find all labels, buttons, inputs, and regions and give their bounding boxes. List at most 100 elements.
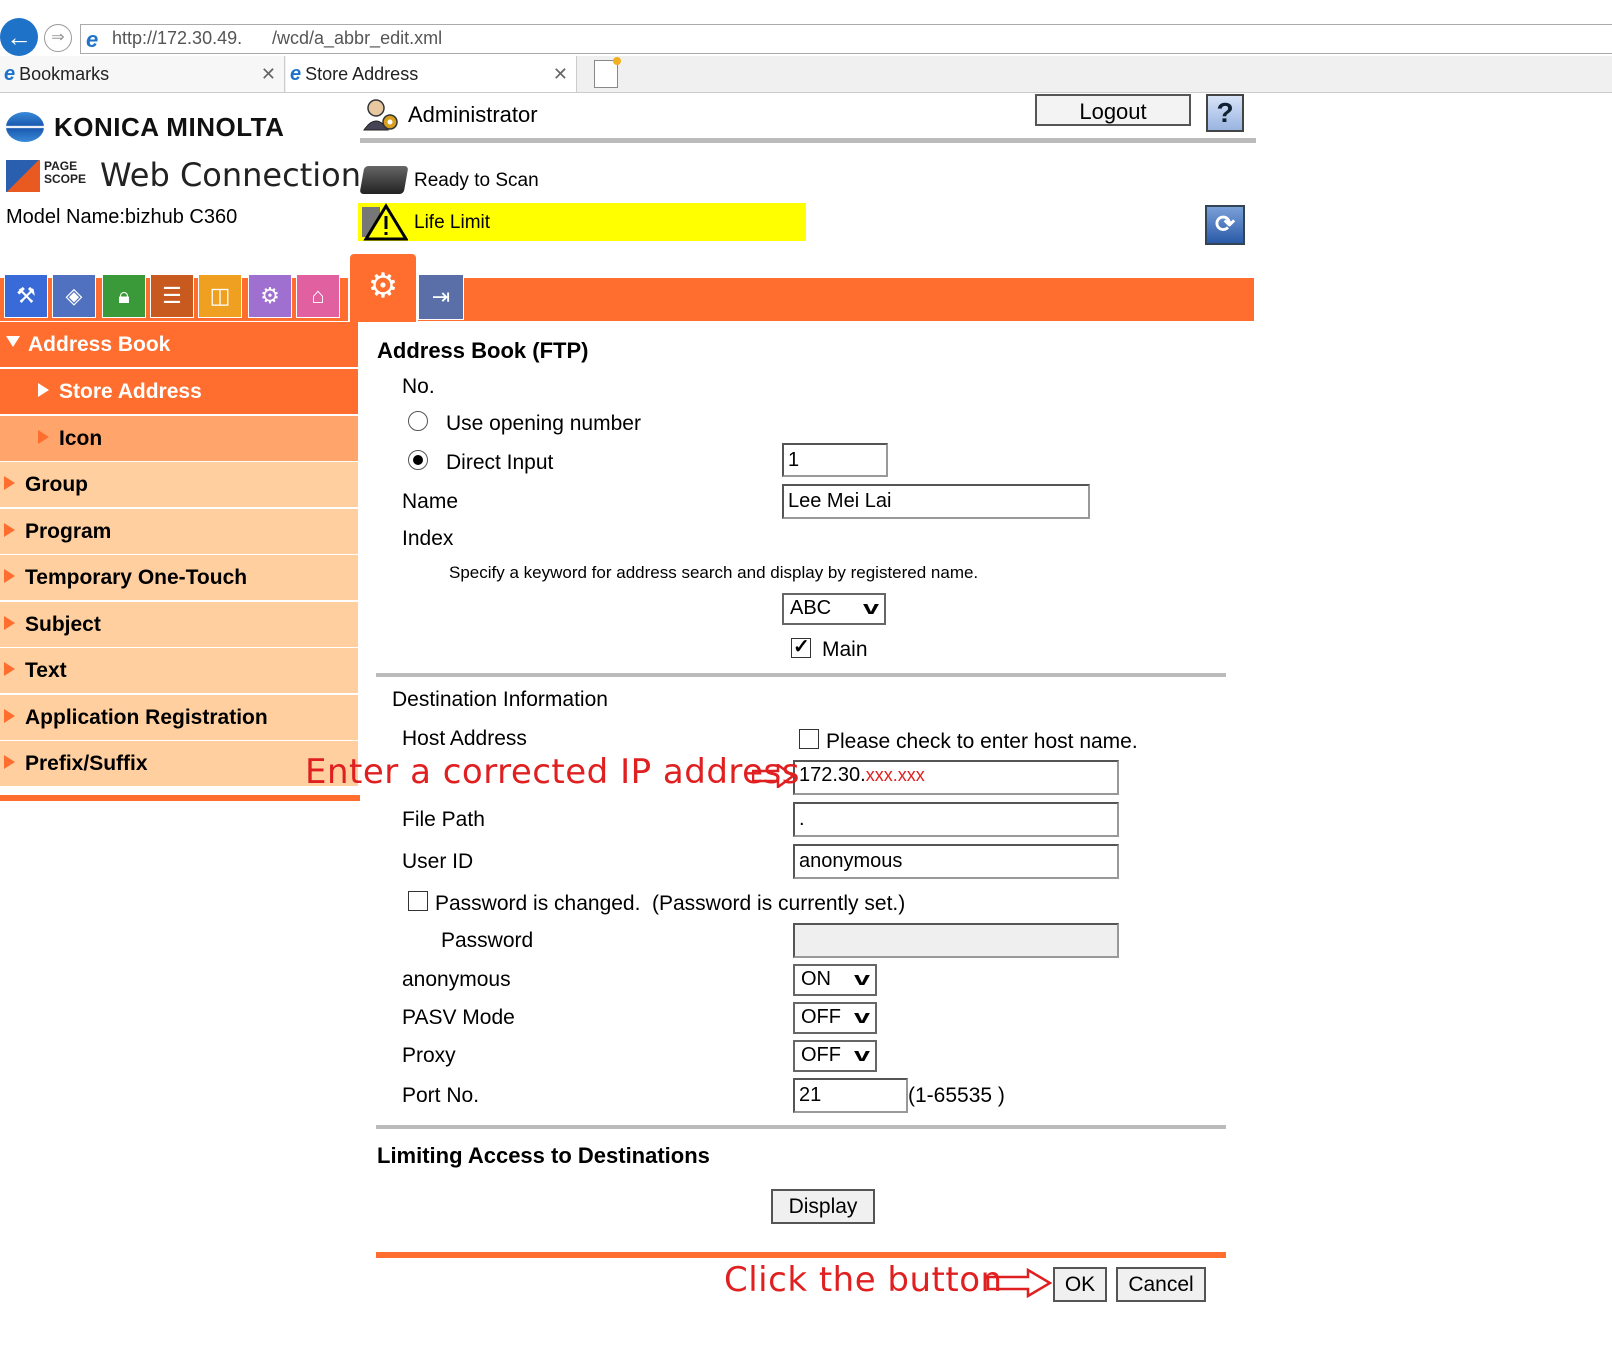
brand-name: KONICA MINOLTA bbox=[54, 112, 285, 142]
pagescope-logo-icon bbox=[6, 160, 40, 192]
triangle-right-icon bbox=[4, 523, 15, 538]
password-changed-label: Password is changed. bbox=[435, 892, 641, 915]
sidebar-item-icon[interactable]: Icon bbox=[0, 416, 358, 461]
logout-button[interactable]: Logout bbox=[1035, 94, 1191, 126]
tab-store-address[interactable]: e Store Address ✕ bbox=[286, 56, 577, 92]
close-icon[interactable]: ✕ bbox=[261, 56, 276, 92]
password-input[interactable] bbox=[793, 923, 1119, 958]
triangle-right-icon bbox=[4, 569, 15, 584]
maintenance-icon[interactable]: ⚒ bbox=[4, 274, 48, 318]
user-id-label: User ID bbox=[402, 850, 474, 873]
store-address-icon[interactable]: ⌂ bbox=[296, 274, 340, 318]
pasv-mode-select[interactable]: OFF v bbox=[793, 1002, 877, 1034]
chevron-down-icon: v bbox=[853, 1045, 871, 1065]
back-button[interactable]: ← bbox=[0, 18, 38, 56]
security-lock-icon[interactable]: 🔒︎ bbox=[102, 274, 146, 318]
index-label: Index bbox=[402, 527, 454, 550]
triangle-right-icon bbox=[4, 616, 15, 631]
chevron-down-icon: v bbox=[862, 598, 880, 618]
triangle-down-icon bbox=[6, 335, 20, 347]
new-tab-button[interactable] bbox=[594, 57, 621, 88]
arrow-right-icon bbox=[752, 764, 794, 788]
proxy-label: Proxy bbox=[402, 1044, 456, 1067]
triangle-right-icon bbox=[4, 709, 15, 724]
sidebar-item-store-address[interactable]: Store Address bbox=[0, 369, 358, 414]
host-address-input[interactable]: 172.30.xxx.xxx bbox=[793, 760, 1119, 795]
url-text-path: /wcd/a_abbr_edit.xml bbox=[272, 28, 443, 48]
sidebar-item-subject[interactable]: Subject bbox=[0, 602, 358, 647]
ie-icon: e bbox=[4, 63, 16, 85]
close-icon[interactable]: ✕ bbox=[553, 56, 568, 92]
radio-direct-input[interactable] bbox=[408, 450, 428, 470]
password-set-note: (Password is currently set.) bbox=[652, 892, 906, 915]
section-divider bbox=[376, 673, 1226, 677]
name-input[interactable] bbox=[782, 484, 1090, 519]
system-settings-icon[interactable]: ◈ bbox=[52, 274, 96, 318]
triangle-right-icon bbox=[4, 662, 15, 677]
chevron-down-icon: v bbox=[853, 969, 871, 989]
radio-direct-input-label: Direct Input bbox=[446, 451, 554, 474]
masked-ip: xxx.xxx bbox=[865, 765, 925, 785]
sidebar-item-program[interactable]: Program bbox=[0, 509, 358, 554]
number-input[interactable] bbox=[782, 443, 888, 477]
triangle-right-icon bbox=[38, 430, 49, 445]
sidebar-header-address-book[interactable]: Address Book bbox=[0, 322, 358, 367]
radio-use-opening-number[interactable] bbox=[408, 411, 428, 431]
form-title: Address Book (FTP) bbox=[377, 338, 589, 363]
header-divider bbox=[360, 138, 1256, 143]
cancel-button[interactable]: Cancel bbox=[1116, 1267, 1206, 1302]
password-changed-checkbox[interactable] bbox=[408, 891, 428, 911]
chevron-down-icon: v bbox=[853, 1007, 871, 1027]
pagescope-text: PAGE SCOPE bbox=[44, 159, 87, 186]
box-icon[interactable]: ◫ bbox=[198, 274, 242, 318]
network-settings-icon[interactable]: ⚙ bbox=[348, 252, 418, 322]
product-name: Web Connection bbox=[100, 156, 361, 194]
tab-bookmarks[interactable]: e Bookmarks ✕ bbox=[0, 56, 285, 92]
main-checkbox[interactable] bbox=[791, 634, 811, 659]
file-path-input[interactable] bbox=[793, 802, 1119, 837]
port-label: Port No. bbox=[402, 1084, 480, 1107]
print-settings-icon[interactable]: ⚙ bbox=[248, 274, 292, 318]
konica-minolta-logo-icon bbox=[6, 112, 44, 142]
triangle-right-icon bbox=[38, 383, 49, 398]
administrator-icon bbox=[363, 99, 398, 131]
status-ready: Ready to Scan bbox=[414, 170, 539, 191]
triangle-right-icon bbox=[4, 476, 15, 491]
index-hint: Specify a keyword for address search and… bbox=[449, 563, 979, 582]
anonymous-select[interactable]: ON v bbox=[793, 964, 877, 996]
ok-button[interactable]: OK bbox=[1053, 1267, 1107, 1302]
sidebar-item-application-registration[interactable]: Application Registration bbox=[0, 695, 358, 740]
ie-icon: e bbox=[290, 63, 302, 85]
sidebar-item-text[interactable]: Text bbox=[0, 648, 358, 693]
user-logout-icon[interactable]: ⇥ bbox=[418, 274, 464, 320]
footer-rule bbox=[376, 1252, 1226, 1258]
host-address-label: Host Address bbox=[402, 727, 527, 750]
refresh-icon[interactable]: ⟳ bbox=[1205, 205, 1245, 245]
scanner-icon bbox=[359, 166, 409, 194]
password-label: Password bbox=[441, 929, 534, 952]
main-checkbox-label: Main bbox=[822, 638, 868, 661]
port-range: (1-65535 ) bbox=[908, 1084, 1005, 1107]
proxy-select[interactable]: OFF v bbox=[793, 1040, 877, 1072]
number-label: No. bbox=[402, 375, 435, 398]
triangle-right-icon bbox=[4, 755, 15, 770]
pasv-mode-label: PASV Mode bbox=[402, 1006, 515, 1029]
forward-button[interactable]: ⇒ bbox=[44, 24, 72, 52]
section-divider bbox=[376, 1125, 1226, 1129]
user-id-input[interactable] bbox=[793, 844, 1119, 879]
sidebar-bottom-rule bbox=[0, 795, 360, 801]
radio-use-opening-number-label: Use opening number bbox=[446, 412, 641, 435]
port-input[interactable] bbox=[793, 1078, 908, 1113]
arrow-right-icon bbox=[986, 1268, 1052, 1298]
host-name-checkbox-label: Please check to enter host name. bbox=[826, 730, 1138, 753]
host-name-checkbox[interactable] bbox=[799, 729, 819, 749]
index-select[interactable]: ABC v bbox=[782, 593, 886, 625]
sidebar-item-temporary-one-touch[interactable]: Temporary One-Touch bbox=[0, 555, 358, 600]
sidebar-item-group[interactable]: Group bbox=[0, 462, 358, 507]
user-auth-icon[interactable]: ☰ bbox=[150, 274, 194, 318]
status-warning: Life Limit bbox=[414, 212, 491, 233]
help-icon[interactable]: ? bbox=[1206, 94, 1244, 132]
user-role: Administrator bbox=[408, 102, 538, 127]
name-label: Name bbox=[402, 490, 459, 513]
display-button[interactable]: Display bbox=[771, 1189, 875, 1224]
